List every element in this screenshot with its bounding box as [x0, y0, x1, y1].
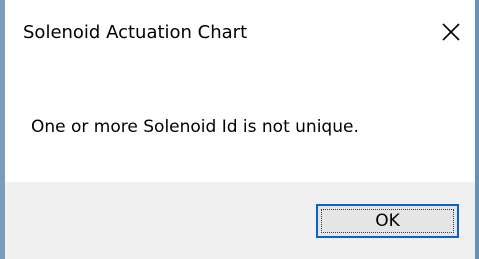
ok-button[interactable]: OK [316, 204, 459, 238]
ok-button-label: OK [375, 211, 400, 231]
dialog-content: One or more Solenoid Id is not unique. [5, 64, 475, 182]
close-icon [442, 23, 460, 41]
close-button[interactable] [433, 14, 469, 50]
dialog-titlebar[interactable]: Solenoid Actuation Chart [5, 0, 475, 64]
dialog-footer: OK [5, 182, 475, 259]
dialog-title: Solenoid Actuation Chart [23, 22, 248, 43]
message-dialog: Solenoid Actuation Chart One or more Sol… [5, 0, 475, 259]
desktop-edge-right [475, 0, 479, 259]
dialog-message: One or more Solenoid Id is not unique. [31, 117, 359, 137]
